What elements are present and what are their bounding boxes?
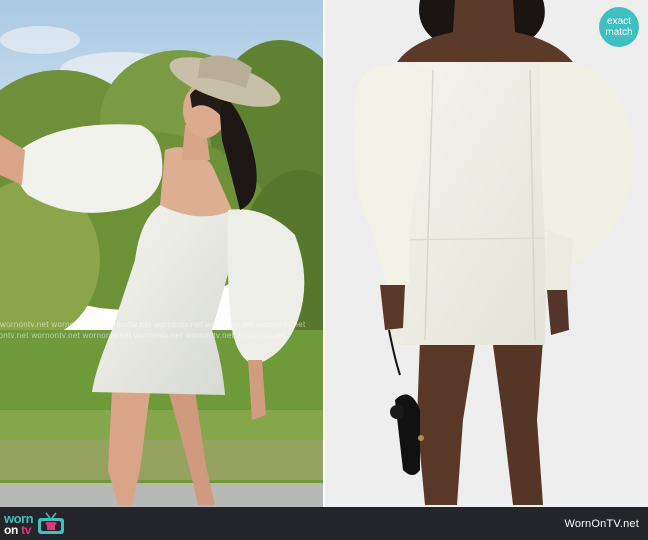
watermark-line: wornontv.net wornontv.net wornontv.net w… — [0, 331, 286, 340]
product-photo — [325, 0, 648, 507]
badge-line: exact — [607, 16, 631, 27]
footer-bar — [0, 507, 648, 540]
badge-line: match — [605, 27, 633, 38]
logo-on-text: on — [4, 522, 19, 537]
tv-still-photo: wornontv.net wornontv.net wornontv.net w… — [0, 0, 323, 507]
watermark-line: wornontv.net wornontv.net wornontv.net w… — [0, 320, 306, 329]
logo-on-tv-text: on tv — [4, 522, 33, 537]
exact-match-badge: exact match — [599, 7, 639, 47]
tv-icon — [38, 512, 65, 534]
wornontv-logo[interactable]: worn on tv — [4, 511, 66, 537]
site-url-text: WornOnTV.net — [564, 518, 639, 530]
logo-tv-text: tv — [21, 522, 32, 537]
logo-wordmark: worn on tv — [4, 512, 34, 537]
watermark: wornontv.net wornontv.net wornontv.net w… — [0, 318, 323, 344]
